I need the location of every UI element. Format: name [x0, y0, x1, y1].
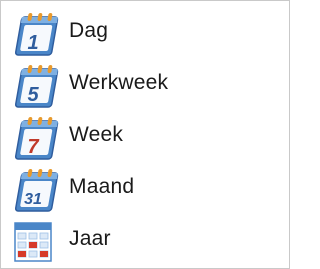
svg-text:5: 5 [27, 84, 39, 106]
calendar-week-icon: 7 [9, 115, 63, 163]
menu-item-label: Jaar [69, 227, 111, 250]
menu-item-label: Werkweek [69, 71, 169, 94]
menu-item-month[interactable]: 31 Maand [1, 161, 287, 213]
calendar-day-icon: 1 [9, 11, 63, 59]
calendar-workweek-icon: 5 [9, 63, 63, 111]
calendar-month-icon: 31 [9, 167, 63, 215]
menu-item-year[interactable]: Jaar [1, 213, 287, 265]
menu-item-day[interactable]: 1 Dag [1, 5, 287, 57]
calendar-view-menu: 1 Dag 5 Werkweek 7 Week 31 Maand Jaar [0, 0, 290, 269]
svg-text:31: 31 [24, 191, 42, 208]
menu-item-week[interactable]: 7 Week [1, 109, 287, 161]
svg-text:1: 1 [27, 32, 38, 54]
menu-item-label: Maand [69, 175, 135, 198]
calendar-year-grid-icon [9, 219, 63, 267]
menu-item-label: Week [69, 123, 124, 146]
svg-text:7: 7 [27, 136, 39, 158]
menu-item-workweek[interactable]: 5 Werkweek [1, 57, 287, 109]
menu-item-label: Dag [69, 19, 109, 42]
